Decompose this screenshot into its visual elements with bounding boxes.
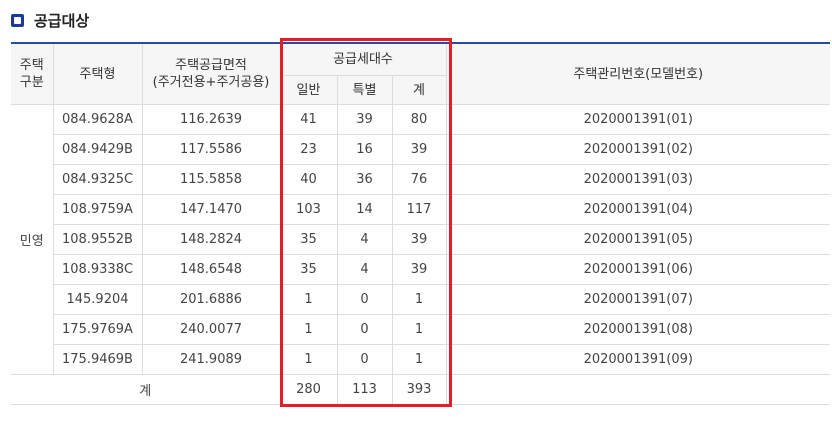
cell-housing-type: 108.9552B <box>52 224 142 255</box>
table-row: 175.9469B 241.9089 1 0 1 2020001391(09) <box>11 344 831 375</box>
cell-management-number: 2020001391(03) <box>445 164 831 195</box>
header-housing-type: 주택형 <box>52 42 142 105</box>
cell-management-number: 2020001391(05) <box>445 224 831 255</box>
header-supply-area-line2: (주거전용+주거공용) <box>152 75 270 90</box>
total-management-empty <box>445 374 831 405</box>
header-supply-area: 주택공급면적 (주거전용+주거공용) <box>141 42 280 105</box>
group-label-private: 민영 <box>11 104 53 375</box>
section-title: 공급대상 <box>34 11 90 30</box>
cell-special: 4 <box>336 254 392 285</box>
cell-special: 39 <box>336 104 392 135</box>
cell-housing-type: 175.9769A <box>52 314 142 345</box>
table-row: 108.9338C 148.6548 35 4 39 2020001391(06… <box>11 254 831 285</box>
cell-sum: 80 <box>391 104 447 135</box>
cell-supply-area: 117.5586 <box>141 134 280 165</box>
cell-special: 0 <box>336 284 392 315</box>
cell-housing-type: 175.9469B <box>52 344 142 375</box>
cell-special: 14 <box>336 194 392 225</box>
cell-special: 0 <box>336 314 392 345</box>
supply-target-table: 주택 구분 주택형 주택공급면적 (주거전용+주거공용) 공급세대수 주택관리번… <box>11 42 831 405</box>
cell-general: 1 <box>279 314 337 345</box>
table-row: 108.9759A 147.1470 103 14 117 2020001391… <box>11 194 831 225</box>
total-general: 280 <box>279 374 337 405</box>
total-row: 계 280 113 393 <box>11 374 831 405</box>
cell-general: 1 <box>279 344 337 375</box>
header-sum: 계 <box>391 75 447 105</box>
cell-housing-type: 084.9628A <box>52 104 142 135</box>
cell-general: 40 <box>279 164 337 195</box>
cell-general: 23 <box>279 134 337 165</box>
header-housing-division-line1: 주택 <box>19 58 44 73</box>
cell-management-number: 2020001391(08) <box>445 314 831 345</box>
table-row: 108.9552B 148.2824 35 4 39 2020001391(05… <box>11 224 831 255</box>
cell-general: 35 <box>279 254 337 285</box>
cell-sum: 39 <box>391 224 447 255</box>
cell-supply-area: 115.5858 <box>141 164 280 195</box>
total-special: 113 <box>336 374 392 405</box>
total-label: 계 <box>11 374 280 405</box>
cell-housing-type: 084.9325C <box>52 164 142 195</box>
table-row: 민영 084.9628A 116.2639 41 39 80 202000139… <box>11 104 831 375</box>
header-households: 공급세대수 <box>279 42 447 76</box>
cell-general: 103 <box>279 194 337 225</box>
cell-supply-area: 148.6548 <box>141 254 280 285</box>
cell-management-number: 2020001391(04) <box>445 194 831 225</box>
cell-supply-area: 148.2824 <box>141 224 280 255</box>
cell-general: 41 <box>279 104 337 135</box>
cell-management-number: 2020001391(07) <box>445 284 831 315</box>
cell-sum: 39 <box>391 254 447 285</box>
cell-management-number: 2020001391(06) <box>445 254 831 285</box>
table-row: 084.9429B 117.5586 23 16 39 2020001391(0… <box>11 134 831 165</box>
cell-sum: 1 <box>391 284 447 315</box>
total-sum: 393 <box>391 374 447 405</box>
cell-special: 36 <box>336 164 392 195</box>
cell-management-number: 2020001391(02) <box>445 134 831 165</box>
section-header: 공급대상 <box>11 8 89 32</box>
table-row: 175.9769A 240.0077 1 0 1 2020001391(08) <box>11 314 831 345</box>
cell-supply-area: 201.6886 <box>141 284 280 315</box>
table-row: 145.9204 201.6886 1 0 1 2020001391(07) <box>11 284 831 315</box>
cell-management-number: 2020001391(09) <box>445 344 831 375</box>
header-housing-division-line2: 구분 <box>19 75 44 90</box>
cell-supply-area: 241.9089 <box>141 344 280 375</box>
cell-housing-type: 145.9204 <box>52 284 142 315</box>
cell-special: 0 <box>336 344 392 375</box>
square-bullet-icon <box>11 13 24 27</box>
cell-housing-type: 084.9429B <box>52 134 142 165</box>
cell-special: 4 <box>336 224 392 255</box>
cell-housing-type: 108.9338C <box>52 254 142 285</box>
cell-sum: 1 <box>391 314 447 345</box>
header-general: 일반 <box>279 75 337 105</box>
header-housing-division: 주택 구분 <box>11 42 53 105</box>
cell-supply-area: 240.0077 <box>141 314 280 345</box>
cell-supply-area: 147.1470 <box>141 194 280 225</box>
cell-sum: 76 <box>391 164 447 195</box>
cell-housing-type: 108.9759A <box>52 194 142 225</box>
cell-special: 16 <box>336 134 392 165</box>
header-management-number: 주택관리번호(모델번호) <box>445 42 831 105</box>
header-special: 특별 <box>336 75 392 105</box>
cell-sum: 117 <box>391 194 447 225</box>
cell-sum: 39 <box>391 134 447 165</box>
cell-general: 1 <box>279 284 337 315</box>
cell-general: 35 <box>279 224 337 255</box>
header-supply-area-line1: 주택공급면적 <box>175 58 247 73</box>
table-row: 084.9325C 115.5858 40 36 76 2020001391(0… <box>11 164 831 195</box>
cell-sum: 1 <box>391 344 447 375</box>
cell-supply-area: 116.2639 <box>141 104 280 135</box>
cell-management-number: 2020001391(01) <box>445 104 831 135</box>
